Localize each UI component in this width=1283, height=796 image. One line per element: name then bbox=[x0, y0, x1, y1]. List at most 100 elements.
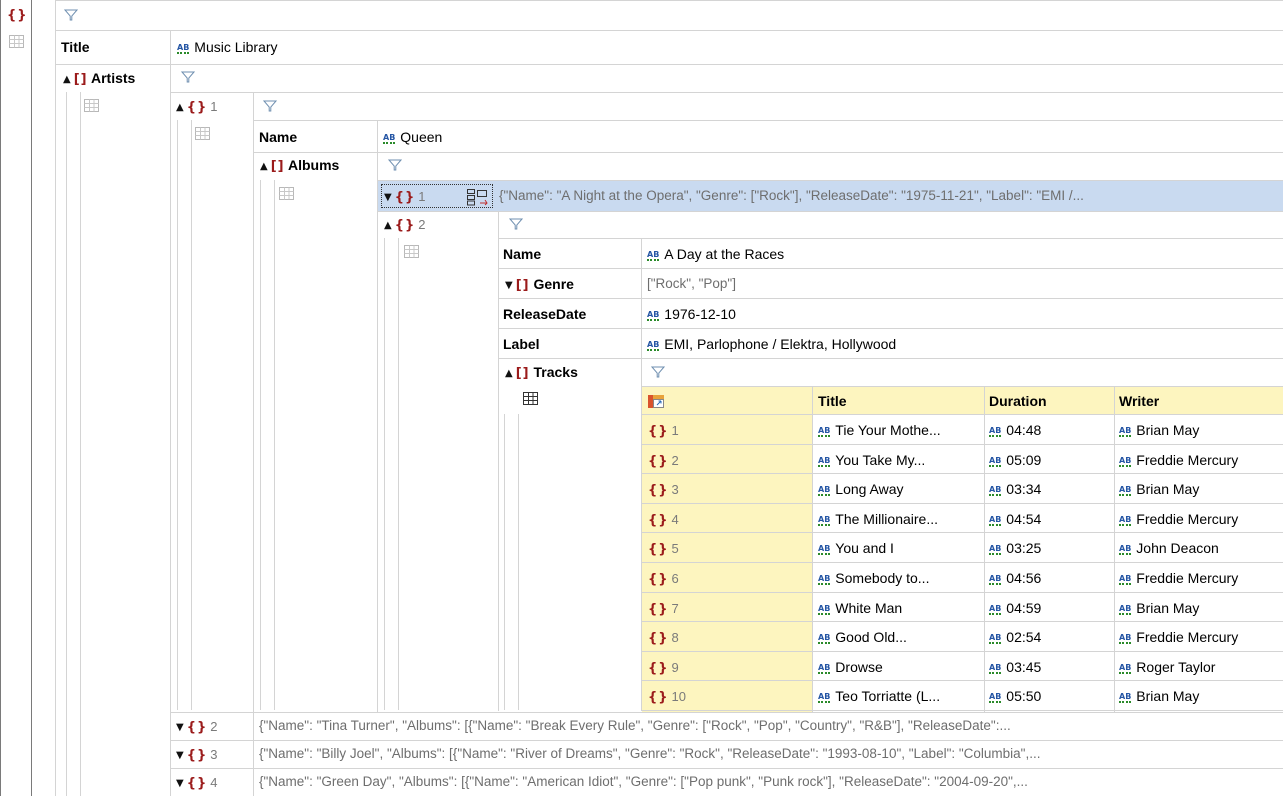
track-row-index[interactable]: {} 10 bbox=[648, 687, 686, 707]
string-type-icon: AB bbox=[1119, 515, 1132, 526]
string-type-icon: AB bbox=[1119, 604, 1132, 615]
track-row-index[interactable]: {} 1 bbox=[648, 421, 679, 441]
collapse-triangle-icon[interactable]: ▲ bbox=[260, 158, 268, 176]
name-value[interactable]: AB Queen bbox=[383, 128, 442, 146]
string-type-icon: AB bbox=[989, 485, 1002, 496]
artist-item-collapsed[interactable]: ▼{} 2 bbox=[176, 717, 217, 737]
collapse-triangle-icon[interactable]: ▲ bbox=[384, 217, 392, 235]
genre-value[interactable]: ["Rock", "Pop"] bbox=[647, 275, 736, 293]
track-duration-cell[interactable]: AB 04:59 bbox=[989, 599, 1041, 617]
string-type-icon: AB bbox=[383, 133, 396, 144]
track-duration-cell[interactable]: AB 04:48 bbox=[989, 421, 1041, 439]
track-duration-cell[interactable]: AB 02:54 bbox=[989, 628, 1041, 646]
track-row-index[interactable]: {} 2 bbox=[648, 451, 679, 471]
album-item-2[interactable]: ▲{} 2 bbox=[384, 215, 425, 235]
track-row-index[interactable]: {} 3 bbox=[648, 480, 679, 500]
title-value[interactable]: AB Music Library bbox=[177, 38, 278, 56]
string-type-icon: AB bbox=[647, 310, 660, 321]
label-value[interactable]: AB EMI, Parlophone / Elektra, Hollywood bbox=[647, 335, 896, 353]
track-row-index[interactable]: {} 8 bbox=[648, 628, 679, 648]
track-title-cell[interactable]: AB Tie Your Mothe... bbox=[818, 421, 941, 439]
track-writer-cell[interactable]: AB Freddie Mercury bbox=[1119, 569, 1238, 587]
collapse-triangle-icon[interactable]: ▲ bbox=[63, 71, 71, 89]
track-duration-cell[interactable]: AB 05:50 bbox=[989, 687, 1041, 705]
table-view-icon[interactable] bbox=[9, 35, 24, 48]
column-header-title[interactable]: Title bbox=[818, 392, 847, 410]
expand-triangle-icon[interactable]: ▼ bbox=[505, 277, 513, 295]
track-title-cell[interactable]: AB Long Away bbox=[818, 480, 904, 498]
filter-icon[interactable] bbox=[388, 159, 402, 171]
string-type-icon: AB bbox=[989, 515, 1002, 526]
track-writer-cell[interactable]: AB Freddie Mercury bbox=[1119, 451, 1238, 469]
track-writer-cell[interactable]: AB Roger Taylor bbox=[1119, 658, 1215, 676]
track-row-index[interactable]: {} 7 bbox=[648, 599, 679, 619]
object-icon: {} bbox=[648, 572, 669, 587]
expand-triangle-icon[interactable]: ▼ bbox=[384, 189, 392, 207]
track-writer-cell[interactable]: AB John Deacon bbox=[1119, 539, 1219, 557]
artist-collapsed-text[interactable]: {"Name": "Billy Joel", "Albums": [{"Name… bbox=[259, 745, 1040, 763]
track-title-cell[interactable]: AB Teo Torriatte (L... bbox=[818, 687, 940, 705]
text-view-icon[interactable] bbox=[466, 188, 490, 206]
track-writer-cell[interactable]: AB Brian May bbox=[1119, 421, 1199, 439]
artist-item-collapsed[interactable]: ▼{} 4 bbox=[176, 773, 217, 793]
string-type-icon: AB bbox=[818, 604, 831, 615]
album-name-value[interactable]: AB A Day at the Races bbox=[647, 245, 784, 263]
artist-collapsed-text[interactable]: {"Name": "Green Day", "Albums": [{"Name"… bbox=[259, 773, 1028, 791]
collapse-triangle-icon[interactable]: ▲ bbox=[176, 99, 184, 117]
tracks-key[interactable]: ▲[] Tracks bbox=[505, 363, 578, 383]
filter-icon[interactable] bbox=[651, 366, 665, 378]
artist-item-collapsed[interactable]: ▼{} 3 bbox=[176, 745, 217, 765]
track-writer-cell[interactable]: AB Brian May bbox=[1119, 480, 1199, 498]
track-title-cell[interactable]: AB The Millionaire... bbox=[818, 510, 938, 528]
artists-key[interactable]: ▲[] Artists bbox=[63, 69, 135, 89]
artist-collapsed-text[interactable]: {"Name": "Tina Turner", "Albums": [{"Nam… bbox=[259, 717, 1011, 735]
track-duration-cell[interactable]: AB 03:25 bbox=[989, 539, 1041, 557]
expand-triangle-icon[interactable]: ▼ bbox=[176, 775, 184, 793]
table-view-icon[interactable] bbox=[404, 245, 419, 258]
album-item-1[interactable]: ▼{} 1 bbox=[384, 187, 425, 207]
track-title-cell[interactable]: AB You and I bbox=[818, 539, 894, 557]
string-type-icon: AB bbox=[818, 515, 831, 526]
artist-item-1[interactable]: ▲{} 1 bbox=[176, 97, 217, 117]
track-duration-cell[interactable]: AB 04:54 bbox=[989, 510, 1041, 528]
track-row-index[interactable]: {} 9 bbox=[648, 658, 679, 678]
album-collapsed-text[interactable]: {"Name": "A Night at the Opera", "Genre"… bbox=[499, 187, 1084, 205]
track-row-index[interactable]: {} 4 bbox=[648, 510, 679, 530]
track-title-cell[interactable]: AB Drowse bbox=[818, 658, 883, 676]
column-header-duration[interactable]: Duration bbox=[989, 392, 1047, 410]
track-row-index[interactable]: {} 6 bbox=[648, 569, 679, 589]
table-view-icon[interactable] bbox=[279, 187, 294, 200]
track-writer-cell[interactable]: AB Brian May bbox=[1119, 599, 1199, 617]
track-duration-cell[interactable]: AB 05:09 bbox=[989, 451, 1041, 469]
filter-icon[interactable] bbox=[263, 100, 277, 112]
track-duration-cell[interactable]: AB 03:45 bbox=[989, 658, 1041, 676]
string-type-icon: AB bbox=[989, 426, 1002, 437]
filter-icon[interactable] bbox=[64, 9, 78, 21]
track-duration-cell[interactable]: AB 04:56 bbox=[989, 569, 1041, 587]
collapse-triangle-icon[interactable]: ▲ bbox=[505, 365, 513, 383]
track-title-cell[interactable]: AB White Man bbox=[818, 599, 902, 617]
track-writer-cell[interactable]: AB Freddie Mercury bbox=[1119, 628, 1238, 646]
filter-icon[interactable] bbox=[509, 218, 523, 230]
table-view-icon[interactable] bbox=[195, 127, 210, 140]
track-duration-cell[interactable]: AB 03:34 bbox=[989, 480, 1041, 498]
table-view-icon[interactable] bbox=[84, 99, 99, 112]
track-row-index[interactable]: {} 5 bbox=[648, 539, 679, 559]
expand-triangle-icon[interactable]: ▼ bbox=[176, 719, 184, 737]
column-header-writer[interactable]: Writer bbox=[1119, 392, 1159, 410]
transpose-table-icon[interactable] bbox=[647, 392, 667, 410]
track-writer-cell[interactable]: AB Brian May bbox=[1119, 687, 1199, 705]
string-type-icon: AB bbox=[818, 544, 831, 555]
albums-key[interactable]: ▲[] Albums bbox=[260, 156, 339, 176]
release-date-value[interactable]: AB 1976-12-10 bbox=[647, 305, 736, 323]
table-view-active-icon[interactable] bbox=[523, 392, 538, 405]
filter-icon[interactable] bbox=[181, 71, 195, 83]
track-writer-cell[interactable]: AB Freddie Mercury bbox=[1119, 510, 1238, 528]
expand-triangle-icon[interactable]: ▼ bbox=[176, 747, 184, 765]
track-title-cell[interactable]: AB Somebody to... bbox=[818, 569, 929, 587]
name-key: Name bbox=[259, 129, 298, 145]
track-title-cell[interactable]: AB You Take My... bbox=[818, 451, 925, 469]
track-title-cell[interactable]: AB Good Old... bbox=[818, 628, 907, 646]
genre-key[interactable]: ▼[] Genre bbox=[505, 275, 574, 295]
string-type-icon: AB bbox=[818, 426, 831, 437]
